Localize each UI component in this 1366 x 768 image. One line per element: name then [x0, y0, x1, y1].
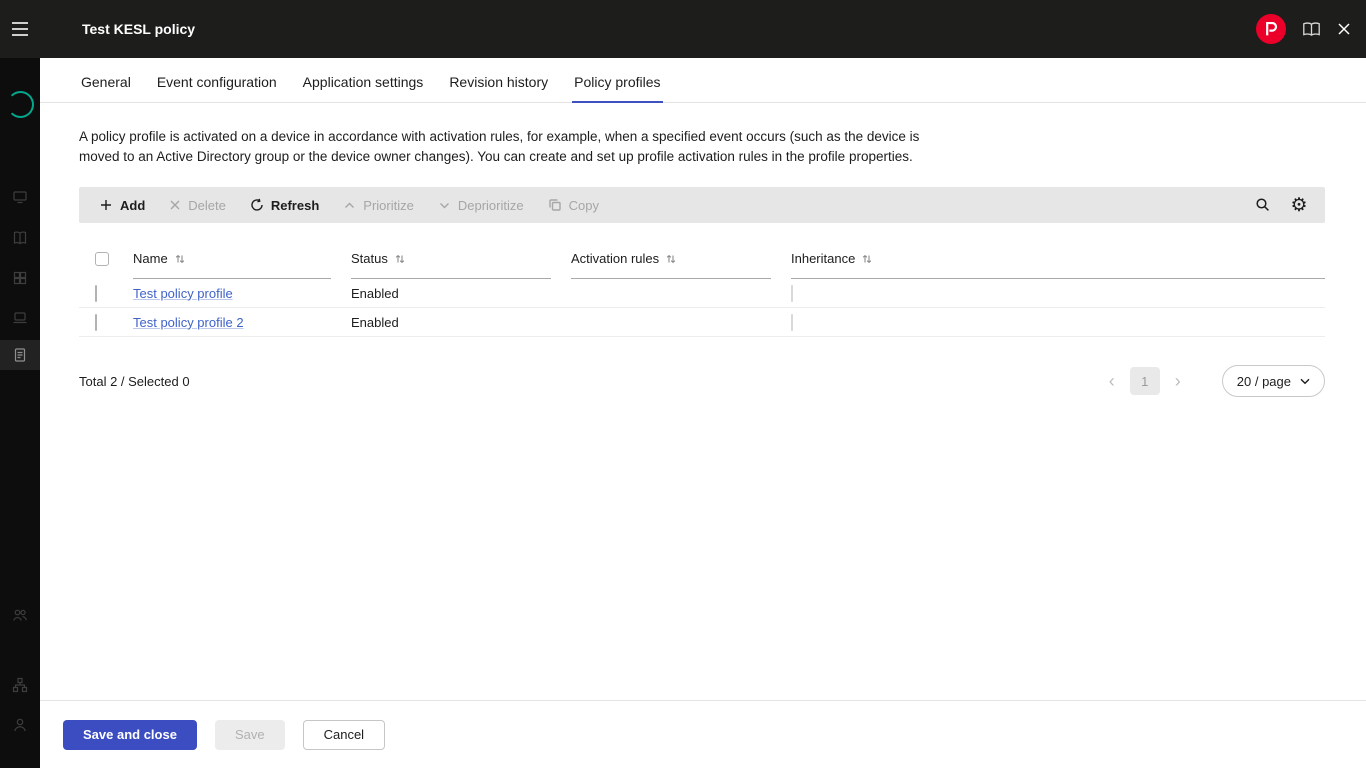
status-value: Enabled	[351, 286, 571, 301]
table-row: Test policy profile 2 Enabled	[79, 308, 1325, 337]
deprioritize-button[interactable]: Deprioritize	[426, 187, 536, 223]
column-header-activation-rules[interactable]: Activation rules	[571, 245, 791, 279]
gear-icon[interactable]: ⚙	[1285, 191, 1313, 219]
action-footer: Save and close Save Cancel	[40, 700, 1366, 768]
app-window: Test KESL policy	[0, 0, 1366, 768]
add-button-label: Add	[120, 198, 145, 213]
page-size-dropdown[interactable]: 20 / page	[1222, 365, 1325, 397]
window-title: Test KESL policy	[82, 21, 195, 37]
column-header-name[interactable]: Name	[133, 245, 351, 279]
logo-arc	[7, 91, 34, 118]
tab-policy-profiles[interactable]: Policy profiles	[572, 70, 662, 103]
content-area: General Event configuration Application …	[40, 58, 1366, 700]
page-size-label: 20 / page	[1237, 374, 1291, 389]
toolbar: Add Delete Refresh Prioritize Deprioriti…	[79, 187, 1325, 223]
table-header-row: Name Status Activation rules Inheritance	[79, 245, 1325, 279]
add-button[interactable]: Add	[87, 187, 157, 223]
profile-link[interactable]: Test policy profile 2	[133, 315, 244, 330]
search-icon[interactable]	[1249, 191, 1277, 219]
chevron-down-icon	[438, 199, 451, 212]
main-panel: General Event configuration Application …	[40, 58, 1366, 768]
profile-link[interactable]: Test policy profile	[133, 286, 233, 301]
sort-icon[interactable]	[174, 253, 186, 265]
column-header-status[interactable]: Status	[351, 245, 571, 279]
sidebar-monitoring-icon[interactable]	[0, 182, 40, 212]
x-icon	[169, 199, 181, 211]
sort-icon[interactable]	[394, 253, 406, 265]
sidebar-assets-grid-icon[interactable]	[0, 263, 40, 293]
page-description: A policy profile is activated on a devic…	[79, 127, 959, 167]
sort-icon[interactable]	[665, 253, 677, 265]
prioritize-button[interactable]: Prioritize	[331, 187, 426, 223]
save-button[interactable]: Save	[215, 720, 285, 750]
copy-button[interactable]: Copy	[536, 187, 611, 223]
chevron-down-icon	[1300, 378, 1310, 385]
selection-summary: Total 2 / Selected 0	[79, 374, 190, 389]
plus-icon	[99, 198, 113, 212]
chevron-up-icon	[343, 199, 356, 212]
copy-button-label: Copy	[569, 198, 599, 213]
copy-icon	[548, 198, 562, 212]
status-value: Enabled	[351, 315, 571, 330]
nav-sidebar	[0, 58, 40, 768]
title-bar-actions	[1256, 14, 1366, 44]
tab-application-settings[interactable]: Application settings	[301, 70, 426, 102]
row-checkbox[interactable]	[95, 314, 97, 331]
refresh-icon	[250, 198, 264, 212]
kaspersky-logo-badge[interactable]	[1256, 14, 1286, 44]
table-row: Test policy profile Enabled	[79, 279, 1325, 308]
tab-revision-history[interactable]: Revision history	[447, 70, 550, 102]
inheritance-checkbox	[791, 285, 793, 302]
sort-icon[interactable]	[861, 253, 873, 265]
sidebar-hierarchy-icon[interactable]	[0, 670, 40, 700]
row-checkbox[interactable]	[95, 285, 97, 302]
column-header-inheritance[interactable]: Inheritance	[791, 245, 1325, 279]
title-bar: Test KESL policy	[0, 0, 1366, 58]
book-icon[interactable]	[1301, 21, 1322, 38]
sidebar-devices-icon[interactable]	[0, 303, 40, 333]
prev-page-icon[interactable]: ‹	[1102, 372, 1122, 390]
sidebar-account-icon[interactable]	[0, 710, 40, 740]
delete-button-label: Delete	[188, 198, 226, 213]
refresh-button[interactable]: Refresh	[238, 187, 331, 223]
prioritize-button-label: Prioritize	[363, 198, 414, 213]
close-icon[interactable]	[1337, 22, 1351, 36]
toolbar-right: ⚙	[1249, 191, 1317, 219]
sidebar-library-icon[interactable]	[0, 223, 40, 253]
pager: ‹ 1 › 20 / page	[1102, 365, 1325, 397]
policy-profiles-table: Name Status Activation rules Inheritance	[79, 245, 1325, 337]
sidebar-users-icon[interactable]	[0, 600, 40, 630]
page-number[interactable]: 1	[1130, 367, 1160, 395]
tab-general[interactable]: General	[79, 70, 133, 102]
sidebar-policies-icon[interactable]	[0, 340, 40, 370]
pagination-row: Total 2 / Selected 0 ‹ 1 › 20 / page	[79, 365, 1325, 397]
tab-bar: General Event configuration Application …	[40, 58, 1366, 103]
select-all-checkbox[interactable]	[95, 252, 109, 266]
hamburger-menu-icon[interactable]	[0, 22, 40, 36]
refresh-button-label: Refresh	[271, 198, 319, 213]
cancel-button[interactable]: Cancel	[303, 720, 385, 750]
delete-button[interactable]: Delete	[157, 187, 238, 223]
tab-event-configuration[interactable]: Event configuration	[155, 70, 279, 102]
inheritance-checkbox	[791, 314, 793, 331]
deprioritize-button-label: Deprioritize	[458, 198, 524, 213]
next-page-icon[interactable]: ›	[1168, 372, 1188, 390]
kaspersky-logo-icon	[1264, 22, 1278, 36]
save-and-close-button[interactable]: Save and close	[63, 720, 197, 750]
